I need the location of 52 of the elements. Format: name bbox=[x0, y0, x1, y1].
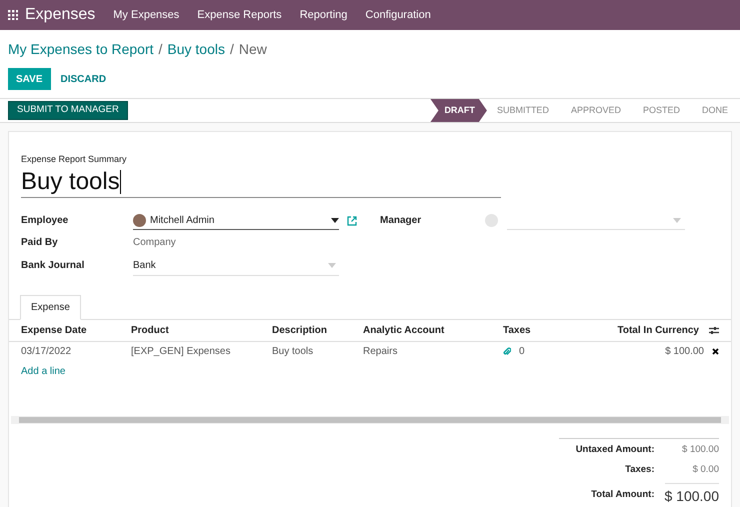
journal-select[interactable]: Bank bbox=[133, 256, 339, 276]
table-cell-text: Repairs bbox=[363, 345, 398, 359]
delete-icon[interactable] bbox=[712, 348, 719, 355]
dropdown-caret-icon bbox=[331, 218, 339, 222]
total-value: $ 0.00 bbox=[692, 462, 719, 477]
submit-button[interactable]: SUBMIT TO MANAGER bbox=[8, 101, 128, 120]
column-header[interactable]: Description bbox=[272, 322, 363, 338]
nav-menu-item[interactable]: My Expenses bbox=[113, 6, 180, 24]
column-header[interactable]: Taxes bbox=[503, 322, 603, 338]
total-value: $ 100.00 bbox=[681, 442, 719, 456]
total-value: $ 100.00 bbox=[664, 483, 719, 507]
discard-button[interactable]: DISCARD bbox=[52, 68, 114, 90]
dropdown-caret-icon bbox=[328, 262, 336, 268]
total-label: Taxes: bbox=[624, 462, 654, 477]
breadcrumb-link[interactable]: Buy tools bbox=[167, 39, 225, 60]
employee-select[interactable]: Mitchell Admin bbox=[133, 212, 339, 230]
avatar-icon bbox=[133, 214, 146, 226]
external-link-icon[interactable] bbox=[347, 216, 357, 226]
field-label: Bank Journal bbox=[21, 259, 86, 273]
apps-grid-icon[interactable] bbox=[8, 10, 18, 20]
column-settings-icon[interactable] bbox=[709, 326, 719, 334]
breadcrumb-separator: / bbox=[230, 40, 234, 59]
column-header[interactable]: Analytic Account bbox=[363, 322, 503, 338]
add-line-link[interactable]: Add a line bbox=[9, 362, 78, 382]
avatar-placeholder-icon bbox=[485, 214, 498, 227]
breadcrumb-current: New bbox=[238, 40, 267, 59]
app-title[interactable]: Expenses bbox=[25, 3, 96, 27]
nav-menu-item[interactable]: Reporting bbox=[300, 6, 348, 24]
field-label: Manager bbox=[379, 214, 422, 228]
field-label: Employee bbox=[21, 214, 70, 228]
column-header[interactable]: Product bbox=[131, 322, 272, 338]
paperclip-icon[interactable] bbox=[503, 347, 511, 356]
table-cell-text: Buy tools bbox=[272, 345, 314, 359]
breadcrumb-link[interactable]: My Expenses to Report bbox=[8, 39, 154, 60]
column-header[interactable]: Total In Currency bbox=[603, 322, 699, 338]
table-cell-text: [EXP_GEN] Expenses bbox=[131, 345, 232, 359]
breadcrumb-separator: / bbox=[158, 40, 162, 59]
table-cell-text: 03/17/2022 bbox=[21, 345, 72, 359]
attachment-count: 0 bbox=[519, 345, 525, 359]
table-cell-text: $ 100.00 bbox=[664, 345, 704, 359]
summary-input[interactable]: Buy tools bbox=[21, 166, 501, 198]
total-label: Total Amount: bbox=[590, 488, 654, 502]
nav-menu-item[interactable]: Configuration bbox=[365, 6, 431, 24]
field-label: Paid By bbox=[21, 236, 59, 250]
notebook-tab[interactable]: Expense bbox=[20, 294, 81, 320]
column-header[interactable]: Expense Date bbox=[21, 322, 131, 338]
field-value: Company bbox=[133, 236, 177, 250]
field-label: Expense Report Summary bbox=[21, 153, 128, 166]
total-label: Untaxed Amount: bbox=[574, 442, 654, 456]
dropdown-caret-icon bbox=[673, 218, 681, 222]
nav-menu-item[interactable]: Expense Reports bbox=[197, 6, 282, 24]
status-stage[interactable]: DRAFT bbox=[430, 99, 487, 122]
